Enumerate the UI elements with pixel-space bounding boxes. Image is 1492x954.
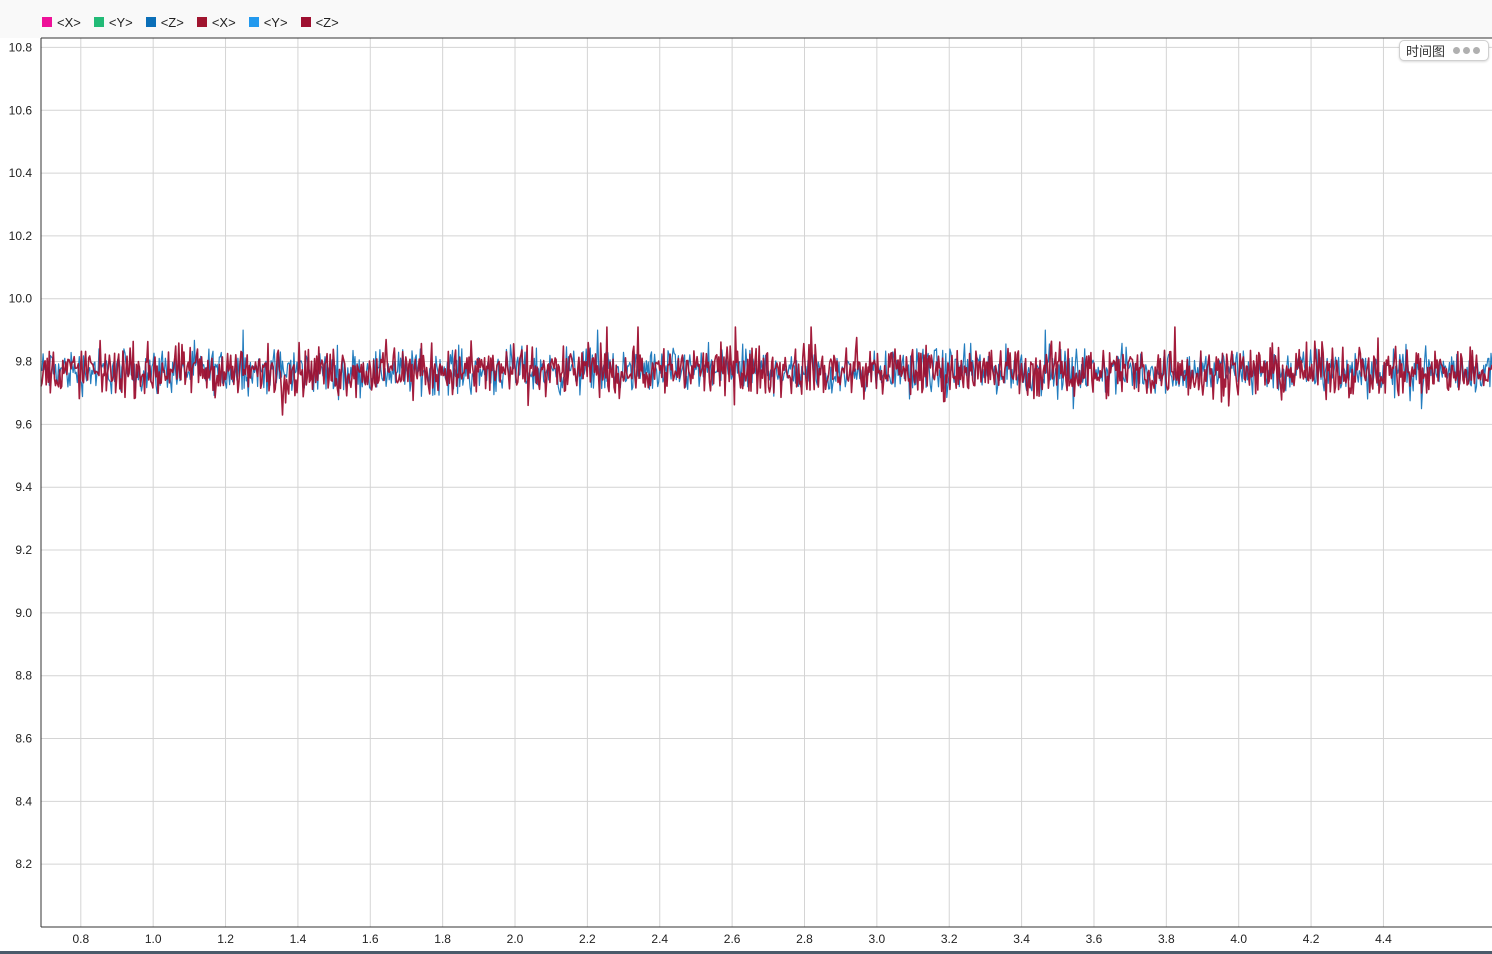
y-tick-label: 8.4 [15,794,32,808]
grid-lines [41,38,1492,927]
x-tick-label: 2.2 [579,932,596,946]
axes [40,37,1492,928]
y-tick-label: 9.6 [15,417,32,431]
y-tick-label: 8.2 [15,857,32,871]
badge-label: 时间图 [1406,45,1446,60]
y-tick-label: 10.8 [9,40,33,54]
x-tick-label: 1.0 [145,932,162,946]
tick-labels: 0.8 1.0 1.2 1.4 1.6 1.8 2.0 2.2 2.4 2.6 2.8 3.0 3.2 3… [9,40,1392,946]
x-tick-label: 2.6 [724,932,741,946]
x-tick-label: 2.4 [651,932,668,946]
x-tick-label: 3.8 [1158,932,1175,946]
x-tick-label: 3.4 [1013,932,1030,946]
y-tick-label: 10.6 [9,103,33,117]
series-line [40,326,1492,416]
x-tick-label: 2.0 [507,932,524,946]
x-tick-label: 3.2 [941,932,958,946]
display-type-badge[interactable]: 时间图 [1399,40,1489,61]
x-tick-label: 1.6 [362,932,379,946]
x-tick-label: 4.4 [1375,932,1392,946]
x-tick-label: 4.2 [1303,932,1320,946]
time-plot[interactable]: 0.8 1.0 1.2 1.4 1.6 1.8 2.0 2.2 2.4 2.6 2.8 3.0 3.2 3… [0,0,1492,954]
y-tick-label: 8.8 [15,669,32,683]
x-tick-label: 1.2 [217,932,234,946]
x-tick-label: 2.8 [796,932,813,946]
x-tick-label: 4.0 [1230,932,1247,946]
x-tick-label: 0.8 [72,932,89,946]
x-tick-label: 1.8 [434,932,451,946]
more-dots-icon[interactable] [1453,47,1481,54]
y-tick-label: 10.2 [9,229,33,243]
y-tick-label: 9.0 [15,606,32,620]
y-tick-label: 9.2 [15,543,32,557]
y-tick-label: 9.4 [15,480,32,494]
y-tick-label: 10.4 [9,166,33,180]
y-tick-label: 9.8 [15,355,32,369]
x-tick-label: 3.0 [869,932,886,946]
y-tick-label: 10.0 [9,292,33,306]
series-group [40,326,1492,416]
x-tick-label: 1.4 [290,932,307,946]
y-tick-label: 8.6 [15,732,32,746]
x-tick-label: 3.6 [1086,932,1103,946]
